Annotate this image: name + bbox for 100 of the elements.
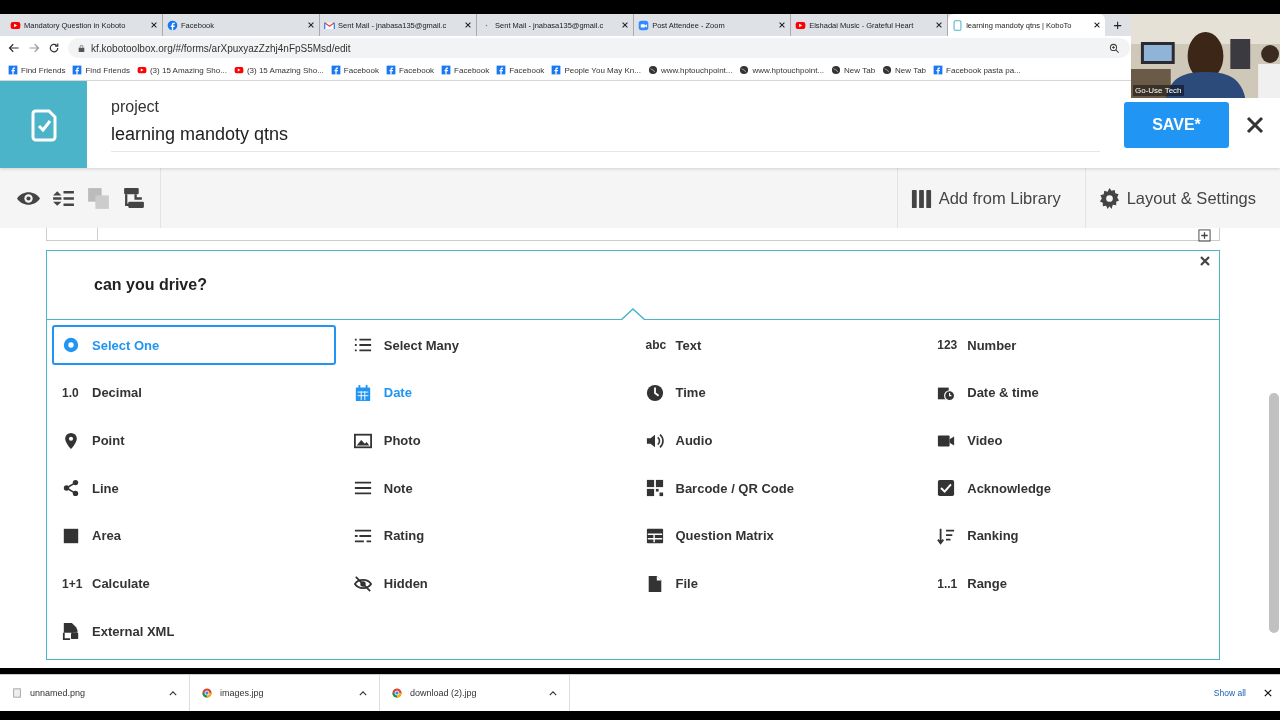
question-type-option[interactable]: abc Text xyxy=(635,325,920,366)
close-icon[interactable] xyxy=(150,21,159,29)
f-logo-icon xyxy=(933,65,944,75)
caret-icon[interactable] xyxy=(169,690,177,696)
bookmark[interactable]: www.hptouchpoint... xyxy=(647,65,733,75)
bookmark[interactable]: New Tab xyxy=(831,65,876,75)
layout-settings-button[interactable]: Layout & Settings xyxy=(1084,168,1280,228)
zoom-icon[interactable] xyxy=(1109,42,1120,54)
qr-icon xyxy=(645,479,664,498)
scrollbar-thumb[interactable] xyxy=(1269,393,1279,633)
f-logo-icon xyxy=(167,19,179,31)
bookmark[interactable]: (3) 15 Amazing Sho... xyxy=(233,65,324,75)
question-type-option[interactable]: Ranking xyxy=(927,515,1211,556)
photo-icon xyxy=(353,431,372,450)
close-icon[interactable] xyxy=(621,21,630,29)
flow-icon[interactable] xyxy=(121,185,146,211)
play-icon xyxy=(136,65,147,75)
download-item[interactable]: unnamed.png xyxy=(0,675,190,711)
question-type-option[interactable]: Select Many xyxy=(343,325,628,366)
eyeoff-icon xyxy=(353,574,372,593)
download-item[interactable]: download (2).jpg xyxy=(380,675,570,711)
f-logo-icon xyxy=(496,65,507,75)
f-logo-icon xyxy=(330,65,341,75)
file-icon xyxy=(12,688,22,698)
address-field[interactable]: kf.kobotoolbox.org/#/forms/arXpuxyazZzhj4nFpS5Msd/edit xyxy=(68,38,1130,58)
question-type-option[interactable]: Hidden xyxy=(343,563,628,604)
table-icon xyxy=(645,526,664,545)
question-type-option[interactable]: Line xyxy=(52,468,336,509)
bookmark[interactable]: New Tab xyxy=(882,65,927,75)
play-icon xyxy=(795,19,807,31)
type-glyph: abc xyxy=(645,338,664,353)
close-icon[interactable] xyxy=(1245,114,1265,135)
close-icon[interactable] xyxy=(778,21,787,29)
f-logo-icon xyxy=(72,65,83,75)
bookmark[interactable]: Facebook xyxy=(441,65,490,75)
close-icon[interactable] xyxy=(464,21,473,29)
question-type-option[interactable]: 1.0 Decimal xyxy=(52,372,336,413)
radio-icon xyxy=(62,336,80,355)
question-type-option[interactable]: Rating xyxy=(343,515,628,556)
question-type-option[interactable]: Question Matrix xyxy=(635,515,920,556)
f-logo-icon xyxy=(8,65,18,75)
add-from-library-button[interactable]: Add from Library xyxy=(896,168,1085,228)
bookmark[interactable]: People You May Kn... xyxy=(551,65,641,75)
bookmark[interactable]: Find Friends xyxy=(72,65,130,75)
speaker-icon xyxy=(645,431,664,450)
question-type-option[interactable]: Time xyxy=(635,372,920,413)
download-item[interactable]: images.jpg xyxy=(190,675,380,711)
question-type-option[interactable]: Area xyxy=(52,515,336,556)
question-type-option[interactable]: 1+1 Calculate xyxy=(52,563,336,604)
close-icon[interactable] xyxy=(1264,689,1272,697)
question-type-option[interactable]: Audio xyxy=(635,420,920,461)
caret-icon[interactable] xyxy=(359,690,367,696)
question-type-option[interactable]: Photo xyxy=(343,420,628,461)
bookmark[interactable]: Facebook xyxy=(330,65,379,75)
question-type-option[interactable]: File xyxy=(635,563,920,604)
calendar-icon xyxy=(353,383,372,402)
check-icon xyxy=(937,479,956,498)
question-type-option[interactable]: Date & time xyxy=(927,372,1211,413)
f-logo-icon xyxy=(551,65,562,75)
bookmark[interactable]: Facebook pasta pa... xyxy=(933,65,1021,75)
play-icon xyxy=(233,65,244,75)
globe-icon xyxy=(882,65,893,75)
caret-icon[interactable] xyxy=(549,690,557,696)
project-name-field[interactable]: learning mandoty qtns xyxy=(111,123,1100,152)
bookmark[interactable]: (3) 15 Amazing Sho... xyxy=(136,65,227,75)
play-icon xyxy=(10,19,21,31)
new-tab-button[interactable]: + xyxy=(1105,14,1130,36)
question-type-option[interactable]: Point xyxy=(52,420,336,461)
envelope-icon xyxy=(324,19,336,31)
close-icon[interactable] xyxy=(1093,21,1102,29)
share-icon xyxy=(62,479,80,498)
participant-name: Go-Use Tech xyxy=(1133,85,1184,96)
add-icon[interactable] xyxy=(1198,229,1211,242)
question-type-option[interactable]: Barcode / QR Code xyxy=(635,468,920,509)
question-type-option[interactable]: 123 Number xyxy=(927,325,1211,366)
type-glyph: 1+1 xyxy=(62,576,80,591)
bookmark[interactable]: Find Friends xyxy=(8,65,66,75)
question-type-option[interactable]: Video xyxy=(927,420,1211,461)
question-type-option[interactable]: Acknowledge xyxy=(927,468,1211,509)
settings-icon xyxy=(1097,186,1121,210)
close-icon[interactable] xyxy=(935,21,944,29)
type-glyph: 1.0 xyxy=(62,385,80,400)
circle-logo-icon xyxy=(392,688,402,698)
bookmark[interactable]: www.hptouchpoint... xyxy=(739,65,825,75)
back-icon[interactable] xyxy=(8,42,20,54)
show-all-link[interactable]: Show all xyxy=(1213,688,1246,698)
f-logo-icon xyxy=(385,65,396,75)
lock-icon xyxy=(78,43,85,53)
question-type-option[interactable]: Note xyxy=(343,468,628,509)
globe-icon xyxy=(739,65,750,75)
sort-icon xyxy=(937,526,956,545)
clock-icon xyxy=(645,383,664,402)
close-icon[interactable] xyxy=(1199,255,1211,267)
bookmark[interactable]: Facebook xyxy=(385,65,435,75)
close-icon[interactable] xyxy=(307,21,316,29)
question-type-option[interactable]: 1..1 Range xyxy=(927,563,1211,604)
reload-icon[interactable] xyxy=(48,42,60,54)
bookmark[interactable]: Facebook xyxy=(496,65,545,75)
f-logo-icon xyxy=(441,65,452,75)
question-type-option[interactable]: External XML xyxy=(52,611,336,652)
